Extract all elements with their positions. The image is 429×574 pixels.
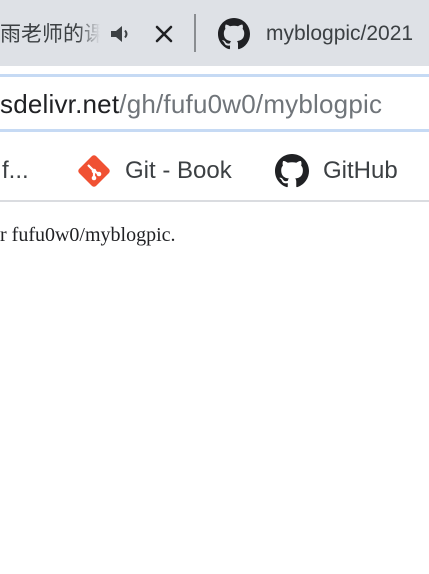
tab-strip: 雨老师的课 myblogpic/2021 — [0, 0, 429, 66]
page-body-text: r fufu0w0/myblogpic. — [0, 224, 176, 246]
github-icon — [218, 18, 250, 50]
bookmark-item-github[interactable]: GitHub — [275, 140, 398, 202]
tab-separator — [194, 14, 196, 52]
audio-icon[interactable] — [109, 23, 133, 45]
url-host: sdelivr.net — [0, 89, 120, 119]
bookmark-item-truncated[interactable]: f... — [2, 140, 29, 202]
toolbar: sdelivr.net/gh/fufu0w0/myblogpic — [0, 66, 429, 140]
url-path: /gh/fufu0w0/myblogpic — [119, 89, 383, 119]
close-icon[interactable] — [153, 23, 175, 45]
tab-title-left[interactable]: 雨老师的课 — [0, 18, 100, 50]
tab-title-right[interactable]: myblogpic/2021 — [266, 18, 429, 50]
bookmark-item-git-book[interactable]: Git - Book — [77, 140, 232, 202]
bookmark-label: f... — [2, 157, 29, 184]
bookmark-label: GitHub — [323, 157, 398, 184]
page-content: r fufu0w0/myblogpic. — [0, 204, 429, 574]
github-icon — [275, 154, 309, 188]
bookmark-label: Git - Book — [125, 157, 232, 184]
url-text[interactable]: sdelivr.net/gh/fufu0w0/myblogpic — [0, 86, 429, 122]
git-icon — [78, 155, 110, 187]
bookmarks-bar: f... Git - Book GitHub — [0, 140, 429, 202]
